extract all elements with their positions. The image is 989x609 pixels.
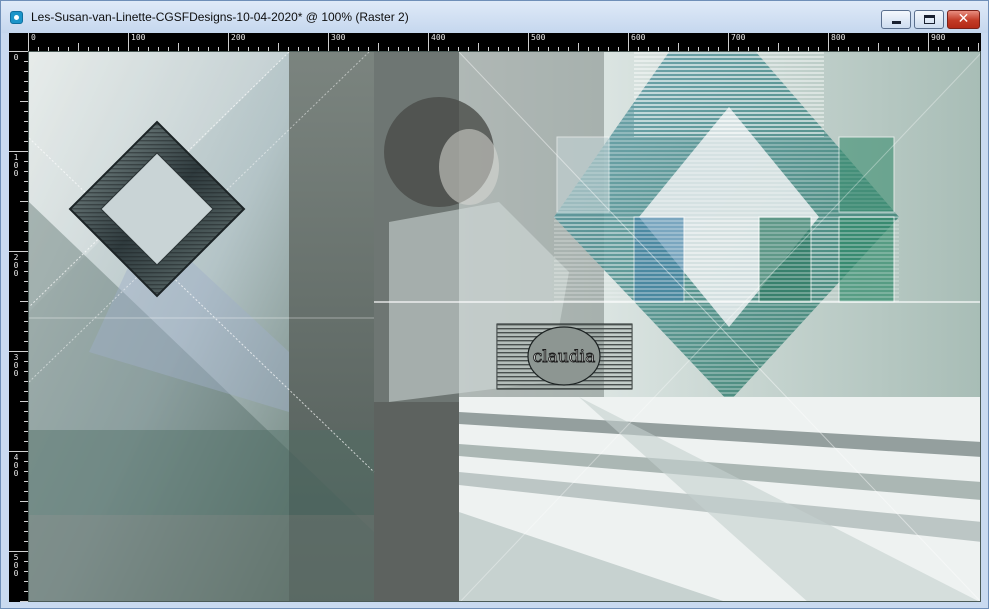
ruler-tick [78, 43, 79, 51]
maximize-icon [924, 15, 935, 24]
ruler-tick [428, 33, 429, 51]
ruler-tick [578, 43, 579, 51]
ruler-label: 400 [13, 453, 19, 478]
close-icon: ✕ [957, 11, 970, 27]
ruler-label: 300 [331, 33, 346, 42]
artwork: claudia [29, 52, 980, 601]
ruler-tick [628, 33, 629, 51]
ruler-label: 200 [231, 33, 246, 42]
ruler-tick [678, 43, 679, 51]
minimize-icon [892, 21, 901, 24]
ruler-tick [378, 43, 379, 51]
ruler-tick [20, 401, 28, 402]
ruler-tick [9, 251, 28, 252]
ruler-tick [778, 43, 779, 51]
ruler-tick [178, 43, 179, 51]
ruler-tick [20, 301, 28, 302]
ruler-tick [9, 451, 28, 452]
ruler-label: 800 [831, 33, 846, 42]
ruler-label: 300 [13, 353, 19, 378]
image-canvas[interactable]: claudia [28, 51, 981, 602]
minimize-button[interactable] [881, 10, 911, 29]
ruler-label: 200 [13, 253, 19, 278]
ruler-label: 100 [131, 33, 146, 42]
ruler-tick [828, 33, 829, 51]
ruler-tick [978, 43, 979, 51]
title-bar[interactable]: Les-Susan-van-Linette-CGSFDesigns-10-04-… [1, 1, 988, 33]
vertical-ruler[interactable]: 0 100 200 300 400 500 [9, 51, 28, 602]
ruler-tick [328, 33, 329, 51]
ruler-label: 0 [13, 53, 19, 62]
ruler-label: 700 [731, 33, 746, 42]
maximize-button[interactable] [914, 10, 944, 29]
ruler-label: 900 [931, 33, 946, 42]
ruler-tick [928, 33, 929, 51]
ruler-tick [878, 43, 879, 51]
ruler-tick [278, 43, 279, 51]
ruler-tick [9, 51, 28, 52]
ruler-label: 0 [31, 33, 36, 42]
paint-app-icon[interactable] [10, 11, 23, 24]
ruler-tick [728, 33, 729, 51]
window-title: Les-Susan-van-Linette-CGSFDesigns-10-04-… [31, 10, 409, 24]
ruler-tick [478, 43, 479, 51]
ruler-label: 400 [431, 33, 446, 42]
ruler-tick [20, 501, 28, 502]
ruler-tick [9, 351, 28, 352]
ruler-label: 600 [631, 33, 646, 42]
ruler-tick [20, 601, 28, 602]
ruler-tick [228, 33, 229, 51]
ruler-label: 500 [531, 33, 546, 42]
ruler-label: 100 [13, 153, 19, 178]
horizontal-ruler[interactable]: 0 100 200 300 400 500 600 700 800 900 [28, 33, 981, 51]
ruler-label: 500 [13, 553, 19, 578]
ruler-tick [28, 33, 29, 51]
image-window: Les-Susan-van-Linette-CGSFDesigns-10-04-… [0, 0, 989, 609]
watermark-text: claudia [533, 347, 596, 367]
ruler-tick [128, 33, 129, 51]
close-button[interactable]: ✕ [947, 10, 980, 29]
ruler-tick [528, 33, 529, 51]
ruler-tick [20, 101, 28, 102]
ruler-tick [20, 201, 28, 202]
ruler-corner [9, 33, 28, 51]
ruler-tick [9, 151, 28, 152]
ruler-tick [9, 551, 28, 552]
